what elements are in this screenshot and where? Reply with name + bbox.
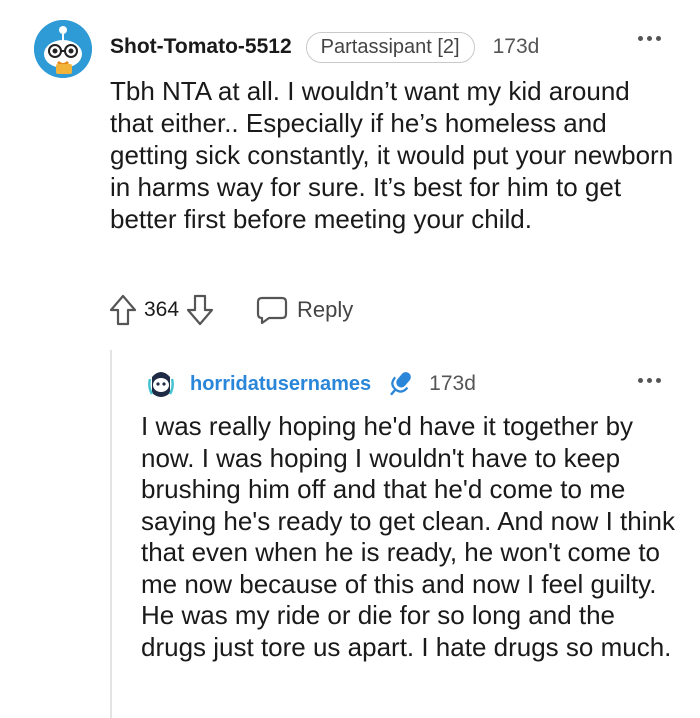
comment-actions: 364 Reply — [108, 290, 353, 330]
thread-line[interactable] — [110, 350, 112, 718]
snoo-avatar-icon — [145, 368, 177, 400]
comment-meta: Shot-Tomato-5512 Partassipant [2] 173d — [110, 30, 539, 64]
reply-button[interactable]: Reply — [255, 295, 353, 325]
username[interactable]: Shot-Tomato-5512 — [110, 35, 292, 59]
avatar[interactable] — [34, 20, 92, 78]
more-options-icon[interactable] — [638, 378, 661, 383]
timestamp: 173d — [429, 372, 476, 395]
timestamp: 173d — [492, 35, 540, 58]
username[interactable]: horridatusernames — [190, 373, 371, 396]
vote-score: 364 — [144, 298, 180, 321]
speech-bubble-icon — [256, 296, 288, 325]
more-options-icon[interactable] — [638, 36, 661, 41]
reply-label: Reply — [297, 297, 354, 322]
avatar[interactable] — [144, 367, 178, 401]
upvote-arrow-icon[interactable] — [108, 293, 138, 327]
comment-meta: horridatusernames 173d — [190, 368, 476, 400]
user-flair: Partassipant [2] — [305, 31, 475, 63]
snoo-avatar-icon — [34, 20, 92, 78]
downvote-arrow-icon[interactable] — [185, 293, 215, 327]
microphone-icon — [390, 372, 411, 396]
comment-body: Tbh NTA at all. I wouldn’t want my kid a… — [110, 76, 674, 234]
comment-body: I was really hoping he'd have it togethe… — [141, 411, 675, 662]
